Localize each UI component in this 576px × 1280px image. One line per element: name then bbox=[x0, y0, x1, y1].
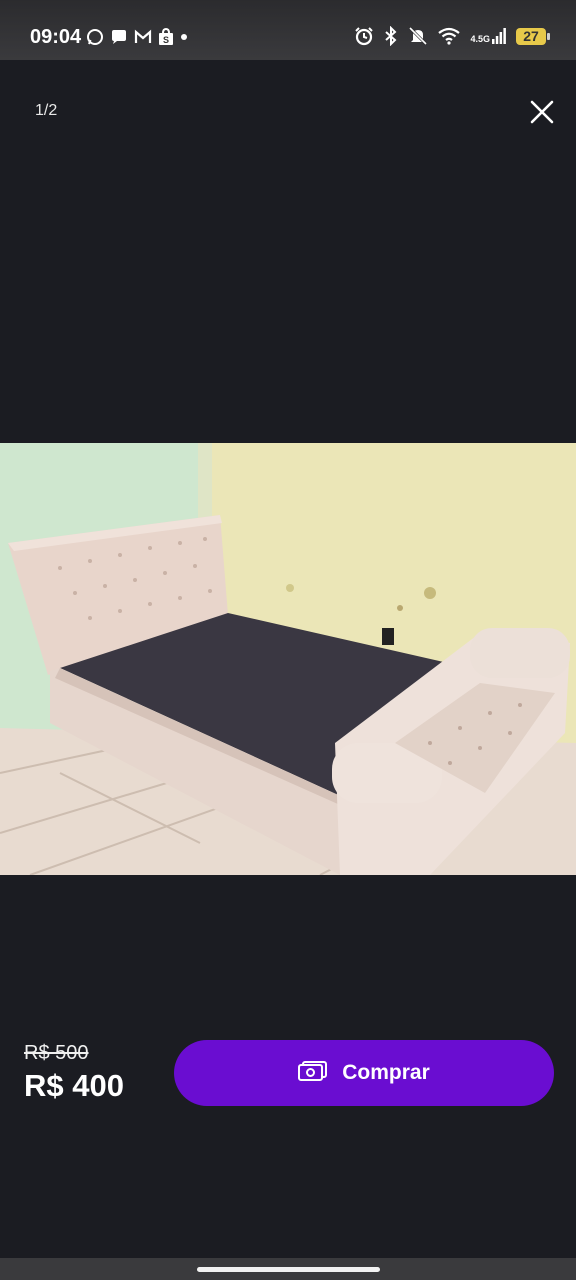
image-counter: 1/2 bbox=[35, 102, 58, 119]
dot-icon bbox=[180, 33, 188, 41]
notification-icons: S bbox=[86, 28, 188, 46]
svg-text:S: S bbox=[163, 35, 169, 45]
battery-indicator: 27 bbox=[516, 27, 550, 45]
shopping-bag-icon: S bbox=[158, 28, 174, 46]
whatsapp-icon bbox=[86, 28, 104, 46]
money-icon bbox=[298, 1060, 328, 1087]
navigation-bar bbox=[0, 1258, 576, 1280]
buy-button[interactable]: Comprar bbox=[174, 1040, 554, 1106]
close-icon[interactable] bbox=[528, 98, 556, 126]
bluetooth-icon bbox=[384, 26, 398, 46]
wifi-icon bbox=[438, 27, 461, 45]
current-price: R$ 400 bbox=[24, 1068, 124, 1103]
status-bar: 09:04 S 4.5G 27 bbox=[0, 0, 576, 60]
network-label: 4.5G bbox=[470, 34, 490, 44]
signal-icon: 4.5G bbox=[470, 28, 506, 44]
chat-icon bbox=[110, 28, 128, 46]
gmail-icon bbox=[134, 29, 152, 45]
close-button[interactable] bbox=[528, 98, 556, 126]
mute-icon bbox=[408, 26, 428, 46]
old-price: R$ 500 bbox=[24, 1042, 89, 1064]
status-time: 09:04 bbox=[30, 26, 82, 48]
buy-button-label: Comprar bbox=[342, 1061, 430, 1084]
product-photo[interactable] bbox=[0, 443, 576, 875]
system-icons: 4.5G 27 bbox=[354, 26, 550, 46]
alarm-icon bbox=[354, 26, 374, 46]
home-gesture-handle[interactable] bbox=[197, 1267, 380, 1272]
